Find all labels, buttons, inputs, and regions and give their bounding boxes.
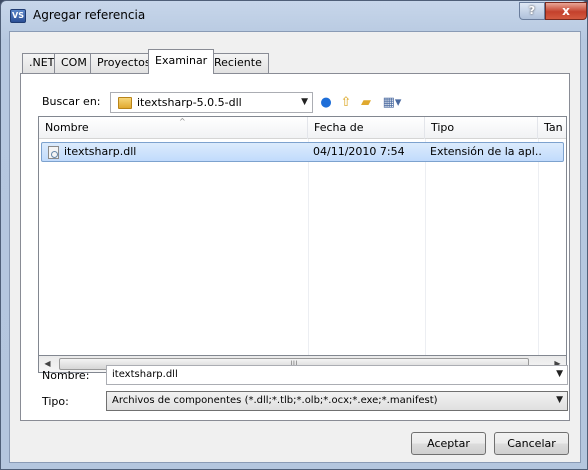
chevron-down-icon[interactable]: ▼ — [556, 369, 563, 379]
column-header-size[interactable]: Tan — [538, 117, 566, 139]
lookin-combo[interactable]: itextsharp-5.0.5-dll ▼ — [110, 92, 313, 113]
help-button[interactable]: ? — [519, 2, 545, 20]
filetype-value: Archivos de componentes (*.dll;*.tlb;*.o… — [112, 395, 438, 406]
dialog-window: VS Agregar referencia ? x .NET COM Proye… — [0, 0, 588, 470]
column-header-type[interactable]: Tipo — [425, 117, 538, 139]
app-icon: VS — [10, 9, 26, 23]
column-header-name[interactable]: Nombre ^ — [39, 117, 308, 139]
list-header: Nombre ^ Fecha de modifica... Tipo Tan — [39, 117, 566, 156]
accept-button[interactable]: Aceptar — [411, 432, 486, 455]
file-name: itextsharp.dll — [64, 145, 137, 158]
list-item[interactable]: itextsharp.dll 04/11/2010 7:54 Extensión… — [41, 142, 564, 162]
up-folder-icon[interactable]: ⇧ — [337, 94, 355, 112]
file-list[interactable]: Nombre ^ Fecha de modifica... Tipo Tan i… — [38, 116, 567, 356]
lookin-value: itextsharp-5.0.5-dll — [137, 96, 242, 109]
tab-com[interactable]: COM — [54, 53, 94, 73]
view-menu-icon[interactable]: ▦▾ — [379, 94, 405, 112]
chevron-down-icon[interactable]: ▼ — [301, 97, 308, 107]
column-divider — [308, 139, 309, 355]
dll-file-icon — [48, 146, 59, 159]
sort-up-icon: ^ — [179, 117, 186, 126]
tab-examinar[interactable]: Examinar — [148, 49, 215, 74]
close-button[interactable]: x — [545, 2, 587, 20]
chevron-down-icon[interactable]: ▼ — [556, 395, 563, 405]
column-divider — [538, 139, 539, 355]
column-divider — [425, 139, 426, 355]
title-bar[interactable]: VS Agregar referencia ? x — [1, 1, 587, 31]
filetype-label: Tipo: — [42, 395, 69, 408]
dialog-client: .NET COM Proyectos Examinar Reciente Bus… — [9, 31, 581, 463]
file-type: Extensión de la apl... — [430, 145, 542, 158]
file-date: 04/11/2010 7:54 — [313, 145, 405, 158]
folder-icon — [118, 97, 132, 109]
filename-label: Nombre: — [42, 369, 90, 382]
tab-reciente[interactable]: Reciente — [207, 53, 269, 73]
new-folder-icon[interactable]: ▰ — [357, 94, 375, 112]
filename-field[interactable]: itextsharp.dll ▼ — [106, 365, 568, 385]
cancel-button[interactable]: Cancelar — [494, 432, 569, 455]
back-icon[interactable]: ● — [317, 94, 335, 112]
lookin-label: Buscar en: — [42, 95, 101, 108]
filetype-select[interactable]: Archivos de componentes (*.dll;*.tlb;*.o… — [106, 391, 568, 411]
window-title: Agregar referencia — [33, 8, 146, 22]
column-header-date[interactable]: Fecha de modifica... — [308, 117, 425, 156]
filename-value: itextsharp.dll — [112, 369, 178, 380]
